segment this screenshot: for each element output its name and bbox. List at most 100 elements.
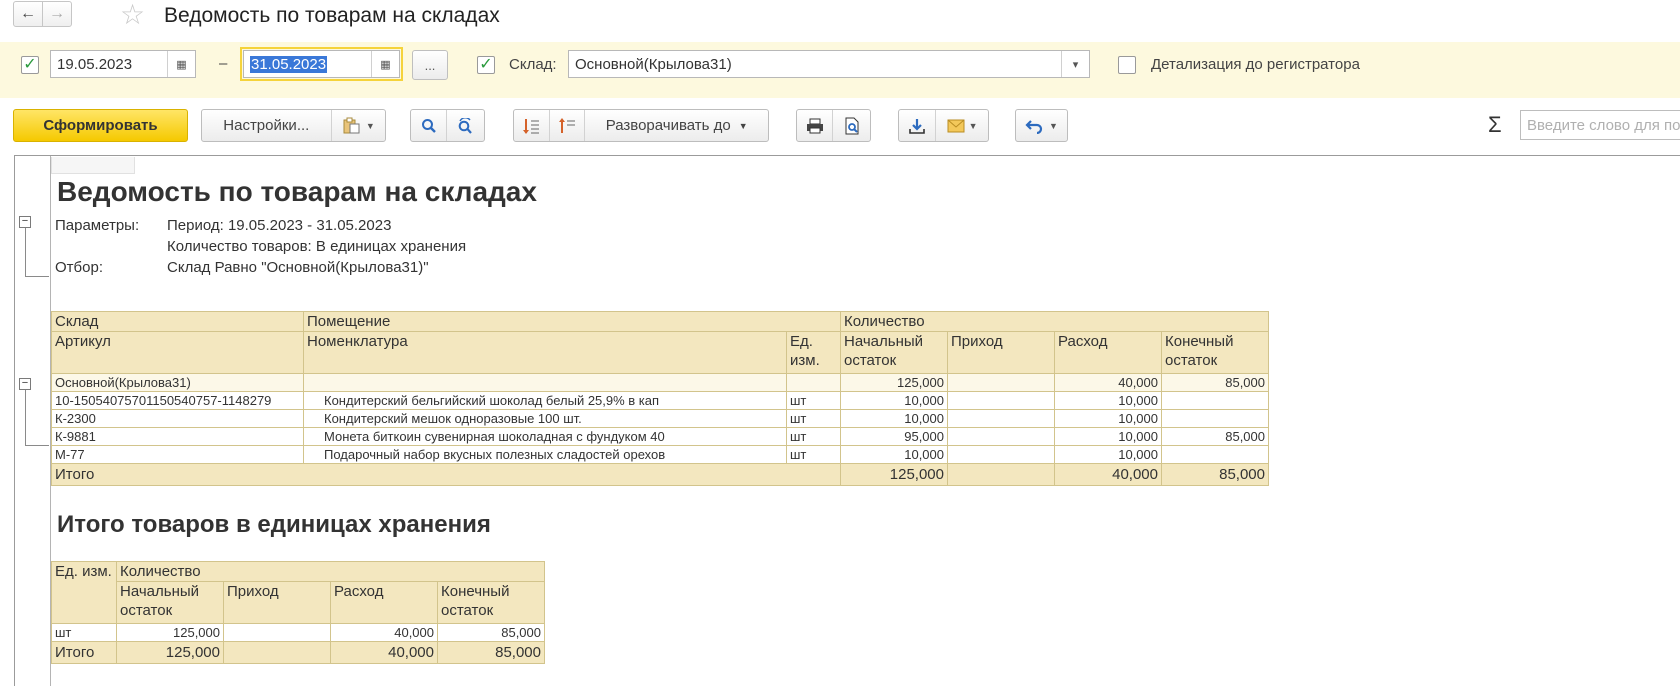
chevron-down-icon: ▼ xyxy=(365,120,375,131)
collapse-all-button[interactable] xyxy=(550,110,586,141)
warehouse-value: Основной(Крылова31) xyxy=(575,55,732,73)
variant-menu-button[interactable]: ▼ xyxy=(332,110,385,141)
calendar-icon[interactable]: ▦ xyxy=(371,51,399,77)
table-cell: Итого xyxy=(51,463,841,486)
header-cell: Расход xyxy=(330,581,438,624)
table-cell: 10,000 xyxy=(840,391,948,410)
search-next-button[interactable] xyxy=(447,110,484,141)
header-row: Начальный остаток Приход Расход Конечный… xyxy=(52,581,545,624)
table-cell: 85,000 xyxy=(1161,427,1269,446)
main-report-table: Склад Помещение Количество Артикул Номен… xyxy=(51,311,1269,486)
back-button[interactable]: ← xyxy=(13,1,43,27)
sigma-icon[interactable]: Σ xyxy=(1488,112,1502,138)
period-select-button[interactable]: ... xyxy=(412,50,448,80)
filter-label: Отбор: xyxy=(55,259,103,276)
window-title: Ведомость по товарам на складах xyxy=(164,4,500,27)
header-cell: Ед. изм. xyxy=(786,331,841,374)
table-cell: 85,000 xyxy=(1161,373,1269,392)
detail-label: Детализация до регистратора xyxy=(1151,56,1360,73)
header-cell: Количество xyxy=(840,311,1269,332)
search-input[interactable]: Введите слово для поиска xyxy=(1520,110,1680,140)
params-period: Период: 19.05.2023 - 31.05.2023 xyxy=(167,217,392,234)
table-cell xyxy=(947,409,1055,428)
expand-to-label: Разворачивать до xyxy=(605,117,731,134)
table-cell: 10,000 xyxy=(1054,409,1162,428)
table-cell: 95,000 xyxy=(840,427,948,446)
table-row[interactable]: К-2300 Кондитерский мешок одноразовые 10… xyxy=(51,409,1269,428)
group-row[interactable]: Основной(Крылова31) 125,000 40,000 85,00… xyxy=(51,373,1269,392)
navigation-button[interactable]: ▼ xyxy=(1015,109,1068,142)
table-cell xyxy=(223,623,331,642)
warehouse-label: Склад: xyxy=(509,56,557,73)
warehouse-select[interactable]: Основной(Крылова31) ▾ xyxy=(568,50,1090,78)
table-cell: 40,000 xyxy=(330,641,438,664)
table-cell xyxy=(223,641,331,664)
calendar-icon[interactable]: ▦ xyxy=(167,51,195,77)
table-row[interactable]: М-77 Подарочный набор вкусных полезных с… xyxy=(51,445,1269,464)
print-preview-button[interactable] xyxy=(833,110,870,141)
table-cell: 40,000 xyxy=(330,623,438,642)
collapse-rows-icon xyxy=(559,117,576,133)
print-group xyxy=(796,109,871,142)
table-cell: Итого xyxy=(51,641,117,664)
group-line xyxy=(25,390,26,445)
date-to-field[interactable]: 31.05.2023 ▦ xyxy=(240,47,403,81)
search-group xyxy=(410,109,485,142)
table-cell: шт xyxy=(786,427,841,446)
settings-button[interactable]: Настройки... xyxy=(202,110,332,141)
header-cell: Конечный остаток xyxy=(1161,331,1269,374)
params-quantity: Количество товаров: В единицах хранения xyxy=(167,238,467,255)
title-bar: ← → ☆ Ведомость по товарам на складах xyxy=(0,0,1680,32)
expand-all-button[interactable] xyxy=(514,110,550,141)
table-cell: шт xyxy=(786,445,841,464)
generate-button[interactable]: Сформировать xyxy=(13,109,188,142)
table-cell: шт xyxy=(786,409,841,428)
detail-checkbox[interactable] xyxy=(1118,56,1136,74)
period-checkbox[interactable]: ✓ xyxy=(21,56,39,74)
table-cell xyxy=(303,373,787,392)
header-cell: Начальный остаток xyxy=(840,331,948,374)
report-title: Ведомость по товарам на складах xyxy=(57,176,537,207)
total-row: Итого 125,000 40,000 85,000 xyxy=(51,463,1269,486)
forward-button[interactable]: → xyxy=(42,1,72,27)
table-cell: 10,000 xyxy=(1054,427,1162,446)
report-area[interactable]: − − Ведомость по товарам на складах Пара… xyxy=(14,155,1680,686)
filter-value: Склад Равно "Основной(Крылова31)" xyxy=(167,259,429,276)
favorite-star-icon[interactable]: ☆ xyxy=(120,0,145,30)
header-row: Артикул Номенклатура Ед. изм. Начальный … xyxy=(51,331,1269,374)
table-cell xyxy=(947,373,1055,392)
table-cell: М-77 xyxy=(51,445,304,464)
date-separator: – xyxy=(219,55,228,72)
table-row[interactable]: К-9881 Монета биткоин сувенирная шоколад… xyxy=(51,427,1269,446)
table-cell: 40,000 xyxy=(1054,463,1162,486)
table-cell: 40,000 xyxy=(1054,373,1162,392)
table-row[interactable]: шт 125,000 40,000 85,000 xyxy=(51,623,545,642)
save-button[interactable] xyxy=(899,110,937,141)
warehouse-checkbox[interactable]: ✓ xyxy=(477,56,495,74)
collapse-group-icon[interactable]: − xyxy=(19,378,31,390)
collapse-params-icon[interactable]: − xyxy=(19,216,31,228)
print-button[interactable] xyxy=(797,110,834,141)
chevron-down-icon: ▼ xyxy=(1049,120,1058,131)
chevron-down-icon[interactable]: ▾ xyxy=(1061,51,1089,77)
params-label: Параметры: xyxy=(55,217,140,234)
table-row[interactable]: 10-15054075701150540757-1148279 Кондитер… xyxy=(51,391,1269,410)
chevron-down-icon: ▼ xyxy=(968,120,978,131)
table-cell xyxy=(947,391,1055,410)
table-cell: шт xyxy=(51,623,117,642)
table-cell: 10,000 xyxy=(840,445,948,464)
summary-title: Итого товаров в единицах хранения xyxy=(57,511,491,538)
date-to-value: 31.05.2023 xyxy=(250,55,328,73)
export-group: ▼ xyxy=(898,109,989,142)
header-cell: Номенклатура xyxy=(303,331,787,374)
send-email-button[interactable]: ▼ xyxy=(936,110,988,141)
date-from-field[interactable]: 19.05.2023 ▦ xyxy=(50,50,196,78)
header-row: Ед. изм. Количество xyxy=(51,561,545,624)
expand-to-button[interactable]: Разворачивать до ▼ xyxy=(585,110,768,141)
table-cell: Кондитерский бельгийский шоколад белый 2… xyxy=(303,391,787,410)
download-icon xyxy=(909,118,925,134)
search-button[interactable] xyxy=(411,110,448,141)
print-preview-icon xyxy=(845,117,859,134)
header-cell: Расход xyxy=(1054,331,1162,374)
table-cell: Кондитерский мешок одноразовые 100 шт. xyxy=(303,409,787,428)
